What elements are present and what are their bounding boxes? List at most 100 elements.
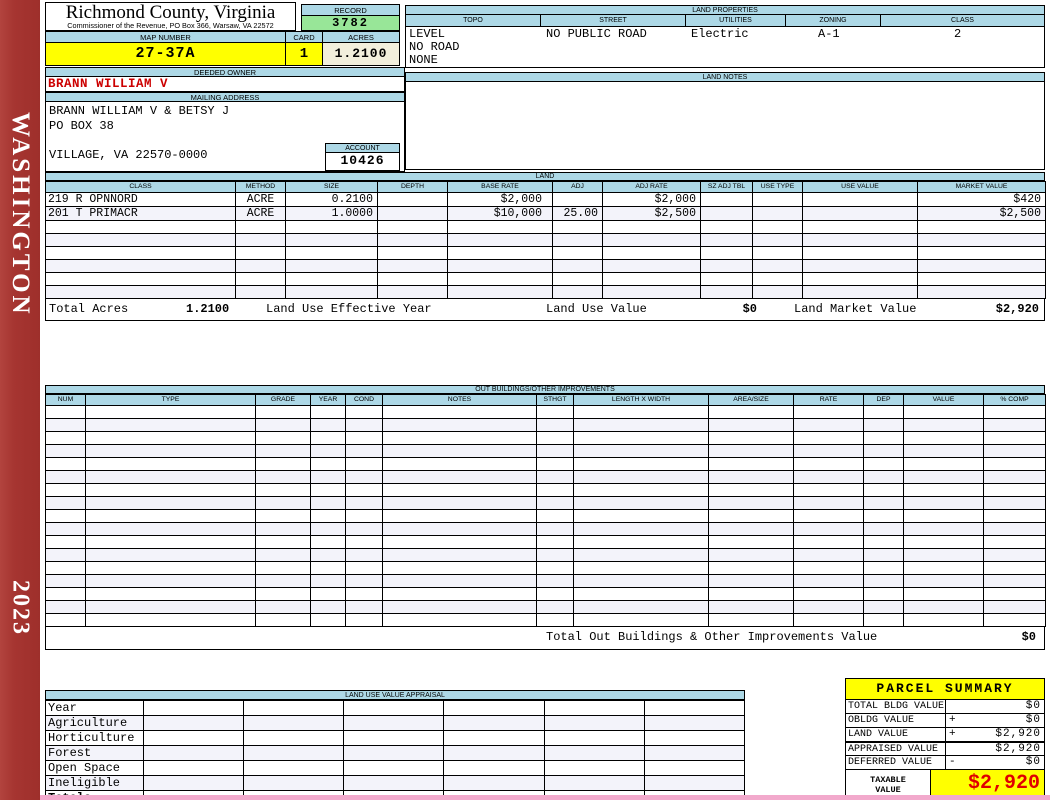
outb-col-dep: DEP bbox=[863, 394, 904, 406]
out-buildings-title: OUT BUILDINGS/OTHER IMPROVEMENTS bbox=[45, 385, 1045, 394]
land-col-market-value: MARKET VALUE bbox=[917, 181, 1046, 193]
outb-col-area-size: AREA/SIZE bbox=[708, 394, 794, 406]
land-properties-values: LEVEL NO PUBLIC ROAD Electric A-1 2 NO R… bbox=[405, 27, 1045, 68]
map-card-acres: MAP NUMBER 27-37A CARD 1 ACRES 1.2100 bbox=[45, 31, 400, 66]
land-use-value: $0 bbox=[742, 302, 757, 316]
account-label: ACCOUNT bbox=[325, 143, 400, 153]
land-use-value-label: Land Use Value bbox=[546, 302, 647, 316]
county-subtitle: Commissioner of the Revenue, PO Box 366,… bbox=[67, 21, 274, 30]
map-number-value: 27-37A bbox=[45, 43, 285, 66]
table-row bbox=[45, 496, 1046, 510]
table-row bbox=[45, 561, 1046, 575]
sidebar-year-label: 2023 bbox=[7, 580, 34, 636]
outb-col-length-width: LENGTH X WIDTH bbox=[573, 394, 709, 406]
outb-col-rate: RATE bbox=[793, 394, 864, 406]
column-header-zoning: ZONING bbox=[785, 15, 880, 27]
column-header-utilities: UTILITIES bbox=[685, 15, 785, 27]
outb-col-type: TYPE bbox=[85, 394, 256, 406]
land-notes-area bbox=[405, 82, 1045, 170]
parcel-summary-row: APPRAISED VALUE $2,920 bbox=[846, 742, 1044, 756]
table-row bbox=[45, 418, 1046, 432]
land-col-use-type: USE TYPE bbox=[752, 181, 803, 193]
lua-row-horticulture: Horticulture bbox=[45, 730, 746, 746]
outb-col-notes: NOTES bbox=[382, 394, 537, 406]
total-acres-value: 1.2100 bbox=[186, 302, 230, 316]
outb-col-value: VALUE bbox=[903, 394, 984, 406]
table-row bbox=[45, 535, 1046, 549]
land-properties-section: LAND PROPERTIES TOPO STREET UTILITIES ZO… bbox=[405, 5, 1045, 68]
card-label: CARD bbox=[285, 31, 322, 43]
land-use-appraisal-table: Year Agriculture Horticulture Forest Ope… bbox=[45, 700, 746, 800]
land-totals-row: Total Acres 1.2100 Land Use Effective Ye… bbox=[45, 299, 1045, 321]
land-section: LAND CLASS METHOD SIZE DEPTH BASE RATE A… bbox=[45, 172, 1046, 321]
land-notes-section: LAND NOTES bbox=[405, 72, 1045, 170]
sidebar: WASHINGTON 2023 bbox=[0, 0, 40, 800]
record-box: RECORD 3782 bbox=[301, 4, 400, 31]
land-row: 219 R OPNNORD ACRE 0.2100 $2,000 $2,000 … bbox=[45, 192, 1046, 207]
county-header: Richmond County, Virginia Commissioner o… bbox=[45, 2, 296, 31]
out-buildings-total-row: Total Out Buildings & Other Improvements… bbox=[45, 627, 1045, 650]
out-buildings-section: OUT BUILDINGS/OTHER IMPROVEMENTS NUM TYP… bbox=[45, 385, 1046, 650]
table-row bbox=[45, 509, 1046, 523]
table-row bbox=[45, 457, 1046, 471]
land-col-adj: ADJ bbox=[552, 181, 603, 193]
table-row bbox=[45, 470, 1046, 484]
outb-col-cond: COND bbox=[345, 394, 383, 406]
record-value: 3782 bbox=[301, 16, 400, 31]
parcel-summary-row: TOTAL BLDG VALUE $0 bbox=[846, 700, 1044, 714]
table-row bbox=[45, 574, 1046, 588]
parcel-summary-row: OBLDG VALUE + $0 bbox=[846, 714, 1044, 728]
property-record-card: WASHINGTON 2023 Richmond County, Virgini… bbox=[0, 0, 1050, 800]
land-properties-title: LAND PROPERTIES bbox=[405, 5, 1045, 15]
parcel-summary-row: LAND VALUE + $2,920 bbox=[846, 728, 1044, 742]
acres-value: 1.2100 bbox=[322, 43, 400, 66]
land-market-value: $2,920 bbox=[995, 302, 1039, 316]
lua-row-agriculture: Agriculture bbox=[45, 715, 746, 731]
land-notes-title: LAND NOTES bbox=[405, 72, 1045, 82]
land-row: 201 T PRIMACR ACRE 1.0000 $10,000 25.00 … bbox=[45, 206, 1046, 221]
land-col-depth: DEPTH bbox=[377, 181, 448, 193]
outb-col-sthgt: STHGT bbox=[536, 394, 574, 406]
land-market-value-label: Land Market Value bbox=[794, 302, 917, 316]
mailing-address-line: BRANN WILLIAM V & BETSY J bbox=[49, 104, 230, 118]
table-row bbox=[45, 613, 1046, 627]
table-row bbox=[45, 444, 1046, 458]
out-buildings-table: NUM TYPE GRADE YEAR COND NOTES STHGT LEN… bbox=[45, 394, 1046, 627]
table-row bbox=[45, 285, 1046, 299]
bottom-edge-strip bbox=[40, 795, 1050, 800]
parcel-summary-title: PARCEL SUMMARY bbox=[846, 679, 1044, 700]
account-value: 10426 bbox=[325, 153, 400, 171]
class-value: 2 bbox=[954, 27, 962, 41]
acres-label: ACRES bbox=[322, 31, 400, 43]
table-row bbox=[45, 431, 1046, 445]
outb-col-num: NUM bbox=[45, 394, 86, 406]
outb-col-grade: GRADE bbox=[255, 394, 311, 406]
land-col-adj-rate: ADJ RATE bbox=[602, 181, 701, 193]
table-row bbox=[45, 405, 1046, 419]
table-row bbox=[45, 548, 1046, 562]
lua-row-forest: Forest bbox=[45, 745, 746, 761]
land-col-base-rate: BASE RATE bbox=[447, 181, 553, 193]
outb-col-comp: % COMP bbox=[983, 394, 1046, 406]
zoning-value: A-1 bbox=[818, 27, 840, 41]
column-header-topo: TOPO bbox=[405, 15, 540, 27]
lua-row-ineligible: Ineligible bbox=[45, 775, 746, 791]
table-row bbox=[45, 233, 1046, 247]
account-box: ACCOUNT 10426 bbox=[325, 143, 400, 171]
land-col-method: METHOD bbox=[235, 181, 286, 193]
land-col-use-value: USE VALUE bbox=[802, 181, 918, 193]
land-col-sz-adj-tbl: SZ ADJ TBL bbox=[700, 181, 753, 193]
table-row bbox=[45, 272, 1046, 286]
column-header-class: CLASS bbox=[880, 15, 1045, 27]
mailing-address-line: PO BOX 38 bbox=[49, 118, 114, 133]
table-row bbox=[45, 246, 1046, 260]
mailing-address-label: MAILING ADDRESS bbox=[45, 92, 405, 102]
lua-row-year: Year bbox=[45, 700, 746, 716]
total-acres-label: Total Acres bbox=[49, 302, 129, 316]
parcel-summary: PARCEL SUMMARY TOTAL BLDG VALUE $0 OBLDG… bbox=[845, 678, 1045, 800]
effective-year-label: Land Use Effective Year bbox=[266, 302, 432, 316]
land-properties-columns: TOPO STREET UTILITIES ZONING CLASS bbox=[405, 15, 1045, 27]
land-use-appraisal-title: LAND USE VALUE APPRAISAL bbox=[45, 690, 745, 700]
land-col-class: CLASS bbox=[45, 181, 236, 193]
land-col-size: SIZE bbox=[285, 181, 378, 193]
